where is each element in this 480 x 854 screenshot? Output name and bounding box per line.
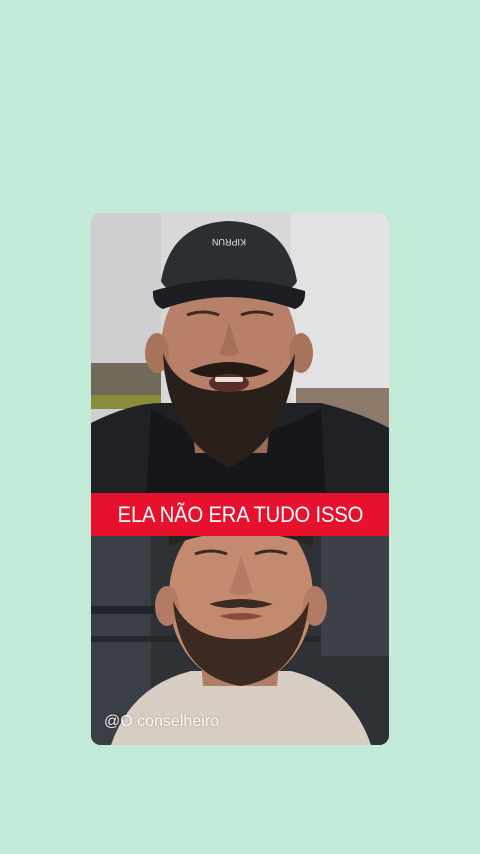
- page: KIPRUN ELA NÃO ERA TUDO ISSO @O conselhe…: [0, 0, 480, 854]
- caption-text: ELA NÃO ERA TUDO ISSO: [117, 501, 363, 527]
- watermark-handle: @O conselheiro: [104, 713, 219, 730]
- caption-bar: ELA NÃO ERA TUDO ISSO: [91, 493, 389, 536]
- video-player[interactable]: KIPRUN ELA NÃO ERA TUDO ISSO @O conselhe…: [91, 213, 389, 745]
- top-speaker-frame: KIPRUN: [91, 213, 389, 497]
- top-video-panel: KIPRUN: [91, 213, 389, 497]
- cap-logo-text: KIPRUN: [212, 237, 246, 247]
